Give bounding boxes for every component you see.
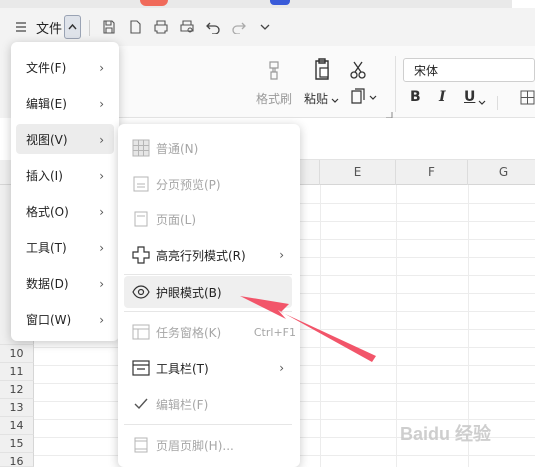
- watermark-logo: Baidu 经验: [400, 424, 492, 444]
- annotation-arrow: [240, 296, 376, 362]
